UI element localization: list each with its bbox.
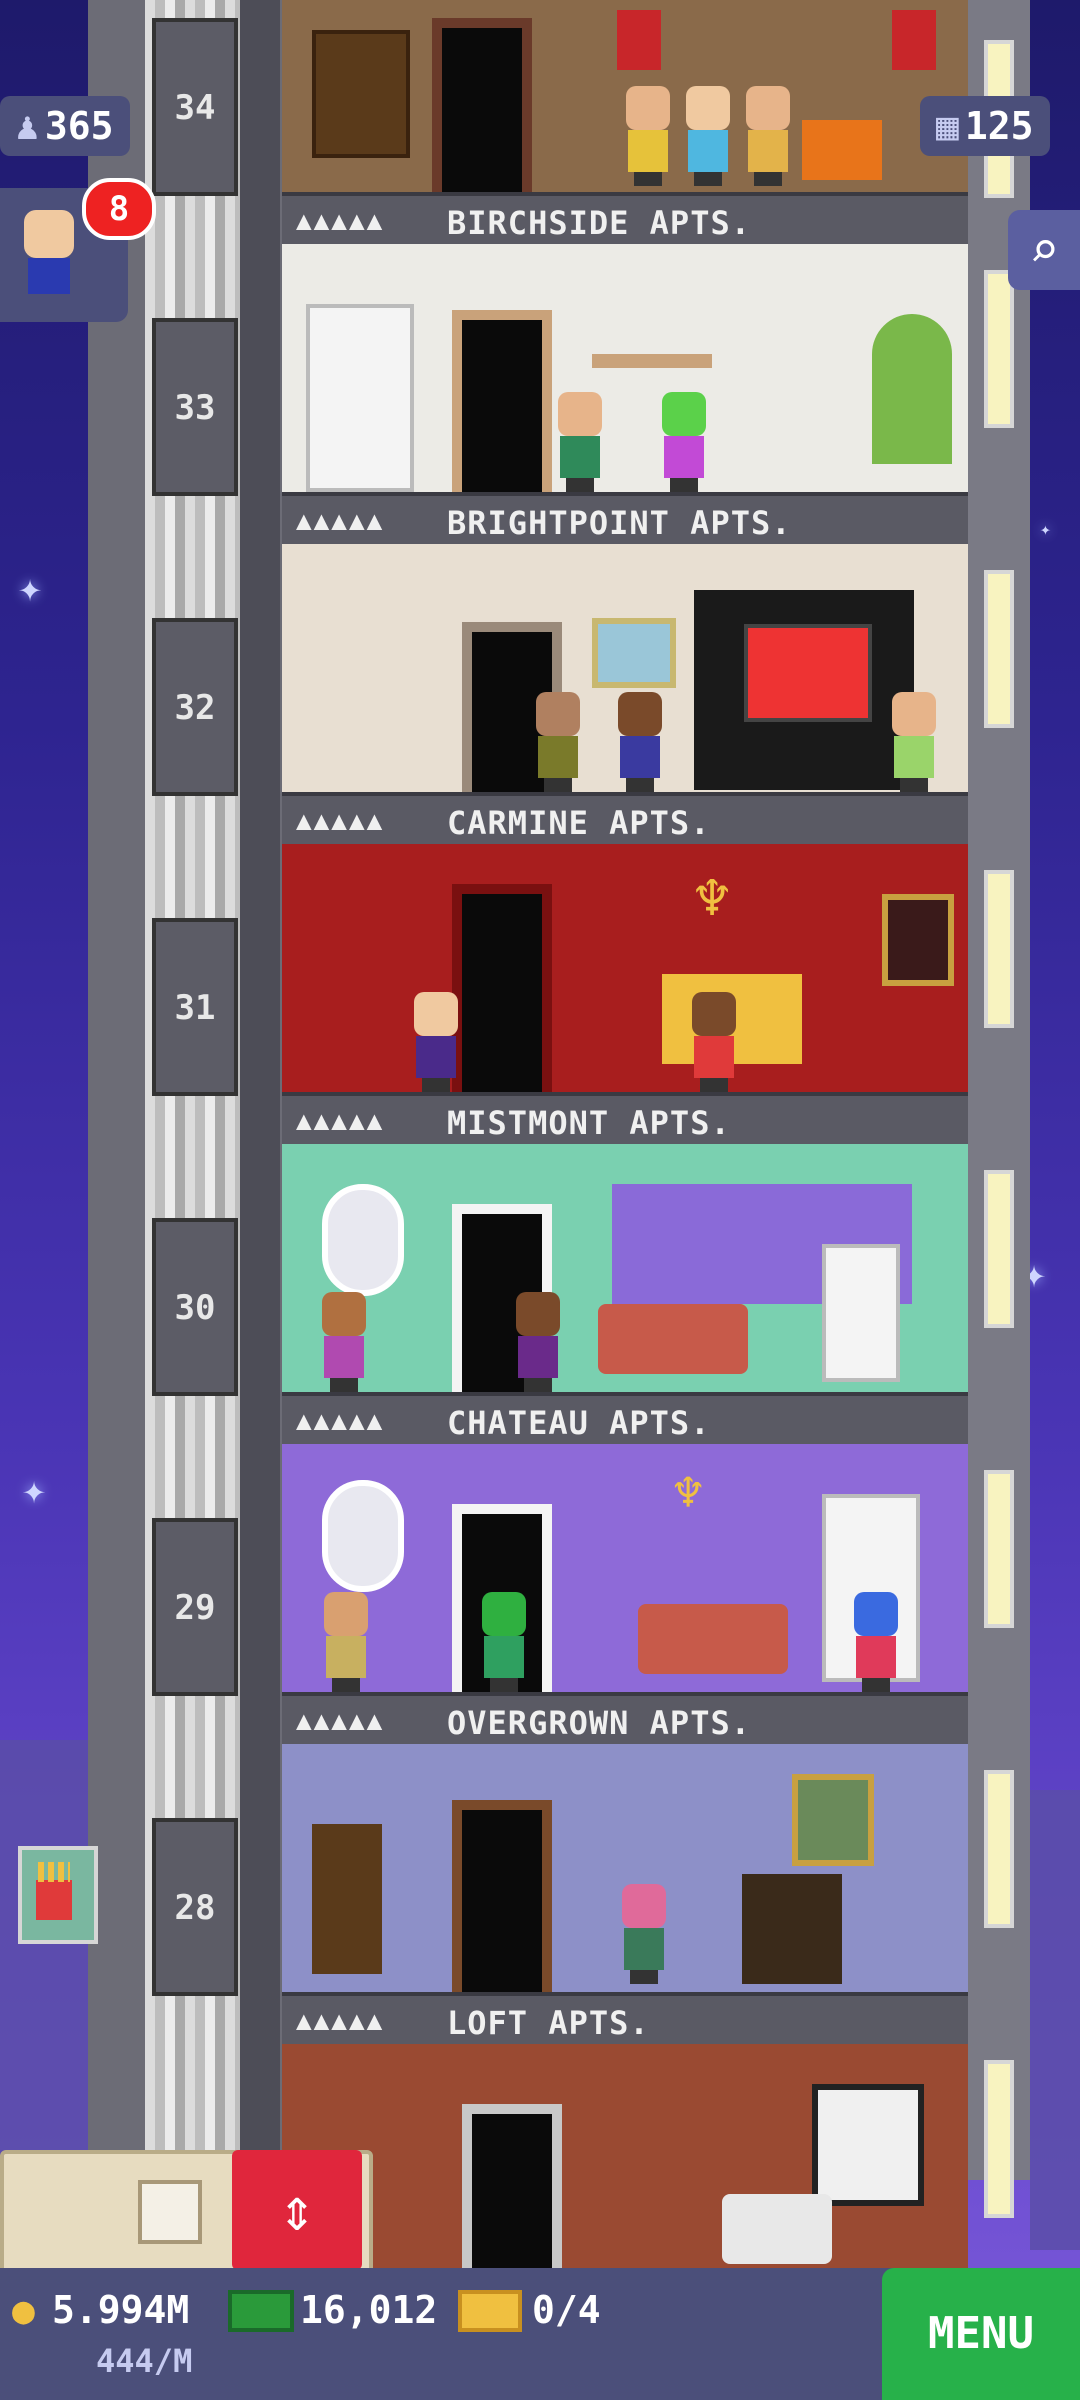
magnifier-icon[interactable]: ⌕ (1008, 210, 1080, 290)
floor-carmine[interactable] (282, 544, 968, 792)
fridge (822, 1244, 900, 1382)
floor-sign[interactable]: ▲▲▲▲▲ CHATEAU APTS. (282, 1392, 968, 1448)
plant (872, 314, 952, 464)
elevator-floor-panel[interactable]: 33 (152, 318, 238, 496)
elevator-floor-panel[interactable]: 28 (152, 1818, 238, 1996)
painting (882, 894, 954, 986)
sky-star: ✦ (18, 565, 43, 611)
banner (617, 10, 661, 70)
population-value: 365 (44, 104, 114, 148)
fireplace (742, 1874, 842, 1984)
cabinet (306, 304, 414, 492)
coin-icon: ● (12, 2288, 35, 2332)
build-icon[interactable] (110, 2150, 220, 2270)
city-building (0, 1740, 88, 2160)
apartment-door (452, 1800, 552, 1992)
floor-sign[interactable]: ▲▲▲▲▲ MISTMONT APTS. (282, 1092, 968, 1148)
mirror (322, 1480, 404, 1592)
apartment-door (452, 310, 552, 492)
floor-sign[interactable]: ▲▲▲▲▲ CARMINE APTS. (282, 792, 968, 848)
window (812, 2084, 924, 2206)
floor-name: OVERGROWN APTS. (447, 1704, 751, 1742)
notification-badge: 8 (82, 178, 156, 240)
elevator-floor-panel[interactable]: 32 (152, 618, 238, 796)
floor-sign[interactable]: ▲▲▲▲▲ BIRCHSIDE APTS. (282, 192, 968, 248)
avatar-body (28, 258, 70, 294)
building-icon: ▦ (936, 104, 959, 148)
elevator-floor-panel[interactable]: 29 (152, 1518, 238, 1696)
fries-icon[interactable] (18, 1846, 98, 1944)
elevator-floor-panel[interactable]: 31 (152, 918, 238, 1096)
banner (892, 10, 936, 70)
sky-star: ✦ (1040, 519, 1051, 540)
bux-icon (228, 2290, 294, 2332)
floor-loft[interactable] (282, 2044, 968, 2268)
apartment-door (452, 884, 552, 1092)
bux-value: 16,012 (300, 2288, 438, 2332)
floors-value: 125 (964, 104, 1034, 148)
floor-name: MISTMONT APTS. (447, 1104, 731, 1142)
floor-number: 33 (174, 388, 216, 428)
floor-stars: ▲▲▲▲▲ (296, 1106, 385, 1136)
city-building (1030, 1790, 1080, 2250)
tower-column (240, 0, 280, 2180)
floor-number: 34 (174, 88, 216, 128)
elevator-floor-panel[interactable]: 30 (152, 1218, 238, 1396)
floor-stars: ▲▲▲▲▲ (296, 2006, 385, 2036)
elevator-floor-panel[interactable]: 34 (152, 18, 238, 196)
coin-rate: 444/M (96, 2342, 193, 2380)
apartment-door (432, 18, 532, 192)
floor-stars: ▲▲▲▲▲ (296, 506, 385, 536)
floor-sign[interactable]: ▲▲▲▲▲ LOFT APTS. (282, 1992, 968, 2048)
floor-chateau[interactable] (282, 1144, 968, 1392)
painting (792, 1774, 874, 1866)
fireplace (802, 120, 882, 180)
sofa (598, 1304, 748, 1374)
floor-name: BRIGHTPOINT APTS. (447, 504, 792, 542)
bookshelf (312, 30, 410, 158)
tower-frame-right (968, 0, 1030, 2218)
floor-birchside[interactable] (282, 0, 968, 192)
floor-stars: ▲▲▲▲▲ (296, 1406, 385, 1436)
mirror (322, 1184, 404, 1296)
floor-name: BIRCHSIDE APTS. (447, 204, 751, 242)
sky-star: ✦ (22, 1467, 47, 1513)
floor-number: 30 (174, 1288, 216, 1328)
person-icon: ♟ (16, 104, 39, 148)
floor-number: 29 (174, 1588, 216, 1628)
floor-number: 32 (174, 688, 216, 728)
painting (592, 618, 676, 688)
floor-name: CARMINE APTS. (447, 804, 711, 842)
floor-stars: ▲▲▲▲▲ (296, 806, 385, 836)
floor-mistmont[interactable]: ♆ (282, 844, 968, 1092)
floor-overgrown[interactable] (282, 1744, 968, 1992)
tv-screen (744, 624, 872, 722)
floor-number: 28 (174, 1888, 216, 1928)
sofa (638, 1604, 788, 1674)
apartment-door (462, 2104, 562, 2268)
floor-stars: ▲▲▲▲▲ (296, 1706, 385, 1736)
bookshelf (312, 1824, 382, 1974)
avatar (24, 210, 74, 258)
chandelier: ♆ (693, 864, 731, 934)
floor-sign[interactable]: ▲▲▲▲▲ BRIGHTPOINT APTS. (282, 492, 968, 548)
floor-name: CHATEAU APTS. (447, 1404, 711, 1442)
chandelier: ♆ (672, 1464, 704, 1522)
floor-sign[interactable]: ▲▲▲▲▲ OVERGROWN APTS. (282, 1692, 968, 1748)
ticket-icon (458, 2290, 522, 2332)
shelf (592, 354, 712, 368)
floor-stars: ▲▲▲▲▲ (296, 206, 385, 236)
elevator-icon[interactable]: ⇕ (232, 2150, 362, 2270)
menu-button[interactable]: MENU (882, 2268, 1080, 2400)
floor-overgrown-floor29[interactable]: ♆ (282, 1444, 968, 1692)
floor-brightpoint[interactable] (282, 244, 968, 492)
sofa (722, 2194, 832, 2264)
floor-name: LOFT APTS. (447, 2004, 650, 2042)
floors-counter[interactable]: ▦ 125 (920, 96, 1050, 156)
coins-value: 5.994M (52, 2288, 190, 2332)
population-counter[interactable]: ♟ 365 (0, 96, 130, 156)
floor-number: 31 (174, 988, 216, 1028)
tickets-value: 0/4 (532, 2288, 601, 2332)
